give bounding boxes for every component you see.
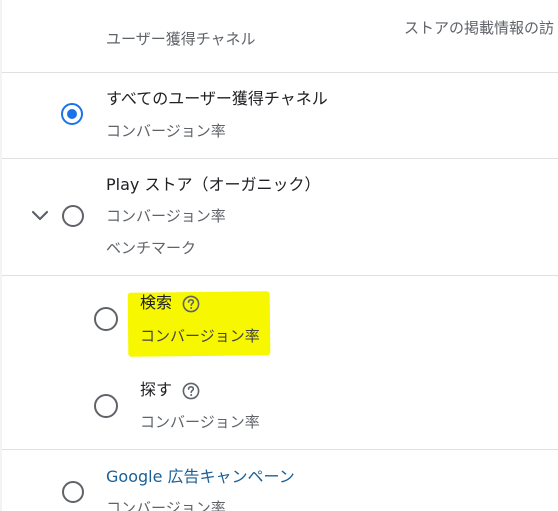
row-title-explore: 探す (140, 380, 173, 399)
row-subtitle-all-channels: コンバージョン率 (106, 122, 226, 140)
row-title-all-channels: すべてのユーザー獲得チャネル (106, 89, 328, 108)
row-title-google-ads[interactable]: Google 広告キャンペーン (106, 467, 295, 487)
row-benchmark-play-store-organic: ベンチマーク (106, 239, 197, 257)
row-subtitle-google-ads: コンバージョン率 (106, 499, 226, 511)
radio-explore[interactable] (94, 394, 118, 418)
chevron-down-icon[interactable] (30, 207, 50, 225)
row-divider (2, 449, 558, 450)
row-title-search: 検索 (140, 293, 173, 312)
row-title-play-store-organic: Play ストア（オーガニック） (106, 175, 321, 194)
radio-selected-dot (67, 109, 77, 119)
header-divider (2, 72, 558, 73)
row-divider (2, 158, 558, 159)
help-circle-icon[interactable] (182, 295, 200, 313)
column-header-store-visits-wrapper: ストアの掲載情報の訪 (404, 18, 558, 40)
row-divider (2, 275, 558, 276)
row-subtitle-play-store-organic: コンバージョン率 (106, 207, 226, 225)
row-subtitle-explore: コンバージョン率 (140, 413, 260, 431)
row-subtitle-search: コンバージョン率 (140, 327, 260, 345)
radio-google-ads[interactable] (62, 481, 84, 503)
radio-search[interactable] (94, 307, 118, 331)
channel-table: ユーザー獲得チャネル ストアの掲載情報の訪 すべてのユーザー獲得チャネル コンバ… (2, 0, 558, 511)
help-circle-icon[interactable] (182, 382, 200, 400)
column-header-channel: ユーザー獲得チャネル (106, 30, 256, 48)
column-header-store-visits[interactable]: ストアの掲載情報の訪 (404, 18, 554, 38)
radio-all-channels[interactable] (61, 103, 83, 125)
radio-play-store-organic[interactable] (62, 205, 84, 227)
